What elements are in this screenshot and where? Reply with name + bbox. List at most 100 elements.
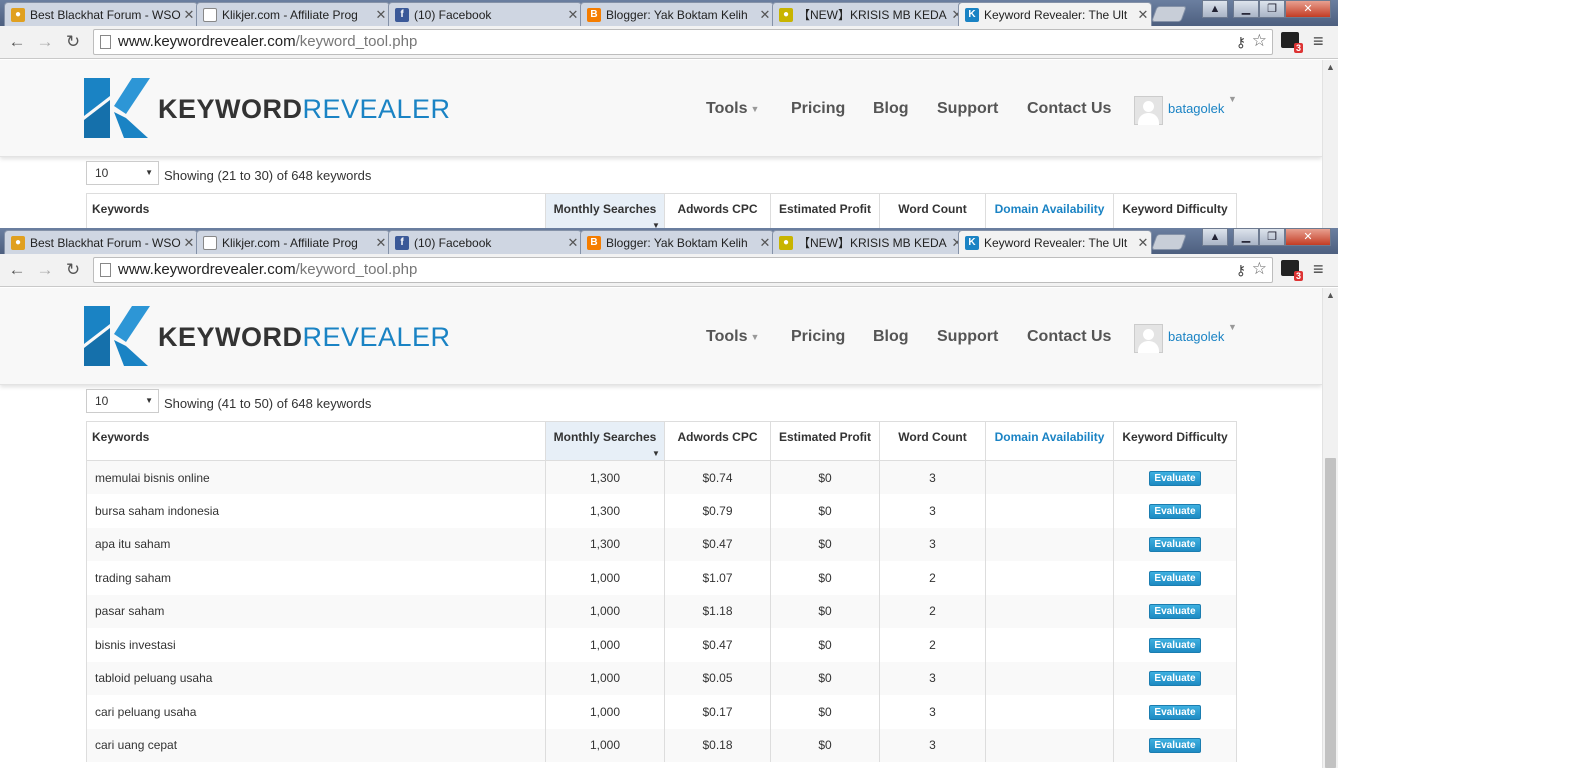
- close-tab-icon[interactable]: ✕: [565, 235, 581, 251]
- col-estimated-profit[interactable]: Estimated Profit: [770, 421, 880, 461]
- tab-blackhat[interactable]: ● Best Blackhat Forum - WSO ✕: [4, 2, 198, 26]
- evaluate-button[interactable]: Evaluate: [1149, 570, 1201, 586]
- nav-pricing[interactable]: Pricing: [791, 100, 845, 118]
- brand-wordmark[interactable]: KEYWORDREVEALER: [158, 94, 451, 124]
- tab-facebook[interactable]: f (10) Facebook ✕: [388, 230, 582, 254]
- forum-favicon-icon: ●: [11, 7, 25, 22]
- close-tab-icon[interactable]: ✕: [1135, 235, 1151, 251]
- bookmark-star-icon[interactable]: ☆: [1252, 257, 1267, 281]
- username-link[interactable]: batagolek: [1168, 101, 1224, 116]
- close-tab-icon[interactable]: ✕: [181, 7, 197, 23]
- page-length-select[interactable]: 10 ▼: [86, 161, 159, 185]
- tab-blogger[interactable]: B Blogger: Yak Boktam Kelih ✕: [580, 2, 774, 26]
- close-tab-icon[interactable]: ✕: [181, 235, 197, 251]
- tab-keyword-revealer[interactable]: K Keyword Revealer: The Ult ✕: [958, 2, 1152, 26]
- tab-facebook[interactable]: f (10) Facebook ✕: [388, 2, 582, 26]
- evaluate-button[interactable]: Evaluate: [1149, 604, 1201, 620]
- close-tab-icon[interactable]: ✕: [757, 235, 773, 251]
- new-tab-button[interactable]: [1151, 6, 1187, 22]
- avatar[interactable]: [1134, 96, 1163, 125]
- evaluate-button[interactable]: Evaluate: [1149, 537, 1201, 553]
- col-word-count[interactable]: Word Count: [879, 193, 986, 228]
- keyword-revealer-logo-icon[interactable]: [84, 306, 150, 366]
- tab-krisis[interactable]: ● 【NEW】KRISIS MB KEDA ✕: [772, 2, 966, 26]
- evaluate-button[interactable]: Evaluate: [1149, 470, 1201, 486]
- minimize-icon[interactable]: ▁: [1233, 0, 1259, 18]
- maximize-icon[interactable]: ❐: [1259, 228, 1285, 246]
- col-keyword-difficulty[interactable]: Keyword Difficulty: [1113, 421, 1237, 461]
- evaluate-button[interactable]: Evaluate: [1149, 637, 1201, 653]
- address-bar[interactable]: www.keywordrevealer.com/keyword_tool.php…: [93, 257, 1273, 283]
- user-icon[interactable]: ▲: [1202, 228, 1228, 246]
- close-tab-icon[interactable]: ✕: [373, 235, 389, 251]
- extension-icon[interactable]: 3: [1281, 32, 1303, 53]
- tab-blogger[interactable]: B Blogger: Yak Boktam Kelih ✕: [580, 230, 774, 254]
- col-word-count[interactable]: Word Count: [879, 421, 986, 461]
- col-adwords-cpc[interactable]: Adwords CPC: [664, 421, 771, 461]
- maximize-icon[interactable]: ❐: [1259, 0, 1285, 18]
- nav-contact-us[interactable]: Contact Us: [1027, 328, 1111, 346]
- scroll-up-arrow-icon[interactable]: ▲: [1326, 62, 1335, 72]
- bookmark-star-icon[interactable]: ☆: [1252, 29, 1267, 53]
- scrollbar[interactable]: ▲: [1322, 60, 1338, 228]
- tab-klikjer[interactable]: Klikjer.com - Affiliate Prog ✕: [196, 2, 390, 26]
- key-icon[interactable]: ⚷: [1236, 258, 1246, 282]
- close-window-icon[interactable]: ✕: [1285, 0, 1331, 18]
- nav-contact-us[interactable]: Contact Us: [1027, 100, 1111, 118]
- nav-blog[interactable]: Blog: [873, 328, 909, 346]
- user-icon[interactable]: ▲: [1202, 0, 1228, 18]
- nav-blog[interactable]: Blog: [873, 100, 909, 118]
- close-tab-icon[interactable]: ✕: [1135, 7, 1151, 23]
- close-window-icon[interactable]: ✕: [1285, 228, 1331, 246]
- col-keywords[interactable]: Keywords: [86, 193, 546, 228]
- col-keyword-difficulty[interactable]: Keyword Difficulty: [1113, 193, 1237, 228]
- col-adwords-cpc[interactable]: Adwords CPC: [664, 193, 771, 228]
- back-arrow-icon[interactable]: ←: [7, 32, 27, 52]
- minimize-icon[interactable]: ▁: [1233, 228, 1259, 246]
- evaluate-button[interactable]: Evaluate: [1149, 503, 1201, 519]
- forward-arrow-icon[interactable]: →: [35, 260, 55, 280]
- reload-icon[interactable]: ↻: [63, 260, 83, 280]
- nav-pricing[interactable]: Pricing: [791, 328, 845, 346]
- tab-keyword-revealer[interactable]: K Keyword Revealer: The Ult ✕: [958, 230, 1152, 254]
- page-length-select[interactable]: 10 ▼: [86, 389, 159, 413]
- col-monthly-searches[interactable]: Monthly Searches ▼: [545, 421, 665, 461]
- col-domain-availability[interactable]: Domain Availability: [985, 421, 1114, 461]
- avatar[interactable]: [1134, 324, 1163, 353]
- menu-icon[interactable]: ≡: [1313, 31, 1324, 52]
- close-tab-icon[interactable]: ✕: [565, 7, 581, 23]
- evaluate-button[interactable]: Evaluate: [1149, 671, 1201, 687]
- reload-icon[interactable]: ↻: [63, 32, 83, 52]
- menu-icon[interactable]: ≡: [1313, 259, 1324, 280]
- close-tab-icon[interactable]: ✕: [757, 7, 773, 23]
- back-arrow-icon[interactable]: ←: [7, 260, 27, 280]
- user-caret-down-icon[interactable]: ▼: [1228, 322, 1237, 332]
- close-tab-icon[interactable]: ✕: [373, 7, 389, 23]
- forward-arrow-icon[interactable]: →: [35, 32, 55, 52]
- col-monthly-searches[interactable]: Monthly Searches ▼: [545, 193, 665, 228]
- nav-tools[interactable]: Tools ▼: [706, 328, 759, 346]
- tab-krisis[interactable]: ● 【NEW】KRISIS MB KEDA ✕: [772, 230, 966, 254]
- nav-support[interactable]: Support: [937, 328, 998, 346]
- evaluate-button[interactable]: Evaluate: [1149, 738, 1201, 754]
- username-link[interactable]: batagolek: [1168, 329, 1224, 344]
- nav-tools[interactable]: Tools ▼: [706, 100, 759, 118]
- user-caret-down-icon[interactable]: ▼: [1228, 94, 1237, 104]
- nav-support[interactable]: Support: [937, 100, 998, 118]
- new-tab-button[interactable]: [1151, 234, 1187, 250]
- col-domain-availability[interactable]: Domain Availability: [985, 193, 1114, 228]
- tab-klikjer[interactable]: Klikjer.com - Affiliate Prog ✕: [196, 230, 390, 254]
- scrollbar[interactable]: ▲: [1322, 288, 1338, 768]
- col-estimated-profit[interactable]: Estimated Profit: [770, 193, 880, 228]
- key-icon[interactable]: ⚷: [1236, 30, 1246, 54]
- address-bar[interactable]: www.keywordrevealer.com/keyword_tool.php…: [93, 29, 1273, 55]
- scrollbar-thumb[interactable]: [1325, 458, 1336, 768]
- evaluate-button[interactable]: Evaluate: [1149, 704, 1201, 720]
- col-keywords[interactable]: Keywords: [86, 421, 546, 461]
- keyword-revealer-logo-icon[interactable]: [84, 78, 150, 138]
- scroll-up-arrow-icon[interactable]: ▲: [1326, 290, 1335, 300]
- brand-wordmark[interactable]: KEYWORDREVEALER: [158, 322, 451, 352]
- extension-icon[interactable]: 3: [1281, 260, 1303, 281]
- tab-blackhat[interactable]: ● Best Blackhat Forum - WSO ✕: [4, 230, 198, 254]
- keyword-cell: bisnis investasi: [86, 628, 546, 662]
